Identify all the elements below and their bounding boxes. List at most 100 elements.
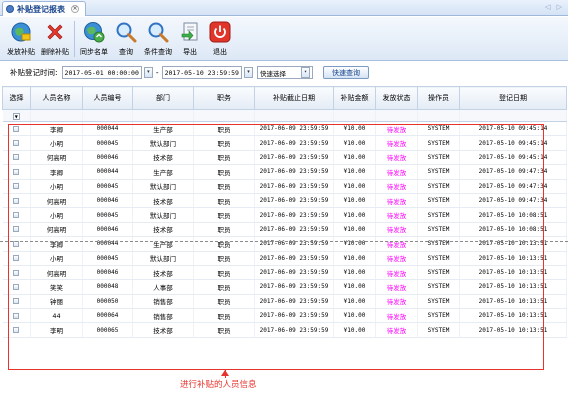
- row-checkbox[interactable]: [13, 140, 20, 147]
- filter-cell[interactable]: ▼: [2, 109, 31, 122]
- filter-dropdown-icon[interactable]: ▼: [12, 112, 20, 120]
- table-row[interactable]: 李卿 000044 生产部 职员 2017-06-09 23:59:59 ¥10.00 待发…: [2, 164, 567, 180]
- table-row[interactable]: 钟丽 000050 销售部 职员 2017-06-09 23:59:59 ¥10.00 待发…: [2, 294, 567, 310]
- table-row[interactable]: 何高明 000046 技术部 职员 2017-06-09 23:59:59 ¥10.00 待…: [2, 222, 567, 238]
- col-operator-header[interactable]: 操作员: [417, 86, 460, 110]
- row-select-cell[interactable]: [2, 265, 31, 281]
- table-row[interactable]: 44 000064 销售部 职员 2017-06-09 23:59:59 ¥10.00 待发…: [2, 308, 567, 324]
- filter-cell[interactable]: [417, 109, 460, 122]
- cell-regdate: 2017-05-10 10:08:51: [459, 207, 567, 223]
- quick-query-button[interactable]: 快速查询: [322, 66, 369, 79]
- table-row[interactable]: 笑笑 000048 人事部 职员 2017-06-09 23:59:59 ¥10.00 待发…: [2, 279, 567, 295]
- table-row[interactable]: 李卿 000044 生产部 职员 2017-06-09 23:59:59 ¥10.00 待发…: [2, 121, 567, 137]
- row-select-cell[interactable]: [2, 222, 31, 238]
- row-checkbox[interactable]: [13, 283, 20, 290]
- close-tab-icon[interactable]: ×: [71, 5, 79, 13]
- row-select-cell[interactable]: [2, 308, 31, 324]
- row-checkbox[interactable]: [13, 183, 20, 190]
- query-button[interactable]: 查询: [111, 20, 141, 57]
- table-row[interactable]: 何高明 000046 技术部 职员 2017-06-09 23:59:59 ¥10.00 待…: [2, 150, 567, 166]
- filter-cell[interactable]: [254, 109, 334, 122]
- col-name-header[interactable]: 人员名称: [30, 86, 83, 110]
- filter-cell[interactable]: [82, 109, 133, 122]
- col-status-header[interactable]: 发放状态: [375, 86, 418, 110]
- delete-subsidy-button[interactable]: 删除补贴: [38, 20, 72, 57]
- row-select-cell[interactable]: [2, 279, 31, 295]
- row-checkbox[interactable]: [13, 125, 20, 132]
- row-select-cell[interactable]: [2, 135, 31, 151]
- cell-id: 000046: [82, 222, 133, 238]
- cell-name: 小明: [30, 135, 83, 151]
- filter-cell[interactable]: [30, 109, 83, 122]
- row-checkbox[interactable]: [13, 226, 20, 233]
- row-select-cell[interactable]: [2, 150, 31, 166]
- start-date-calendar-icon[interactable]: ▾: [143, 67, 153, 78]
- row-checkbox[interactable]: [13, 154, 20, 161]
- row-select-cell[interactable]: [2, 251, 31, 266]
- quick-select-dropdown[interactable]: 快速选择 ▾: [256, 66, 313, 79]
- table-row[interactable]: 李明 000065 技术部 职员 2017-06-09 23:59:59 ¥10.00 待发…: [2, 322, 567, 338]
- export-button[interactable]: 导出: [175, 20, 205, 57]
- cell-dept: 默认部门: [132, 207, 194, 223]
- col-regdate-header[interactable]: 登记日期: [459, 86, 567, 110]
- tab-scroll-arrows[interactable]: ◁ ▷: [545, 3, 564, 11]
- row-select-cell[interactable]: [2, 179, 31, 194]
- table-row[interactable]: 小明 000045 默认部门 职员 2017-06-09 23:59:59 ¥10.00 待…: [2, 251, 567, 266]
- filter-cell[interactable]: [459, 109, 567, 122]
- col-id-header[interactable]: 人员编号: [82, 86, 133, 110]
- table-row[interactable]: 何高明 000046 技术部 职员 2017-06-09 23:59:59 ¥10.00 待…: [2, 265, 567, 281]
- tab-subsidy-report[interactable]: 补贴登记报表 ×: [2, 1, 86, 16]
- cell-amount: ¥10.00: [333, 294, 376, 310]
- row-select-cell[interactable]: [2, 207, 31, 223]
- row-select-cell[interactable]: [2, 164, 31, 180]
- cell-position: 职员: [193, 150, 255, 166]
- cell-id: 000064: [82, 308, 133, 324]
- filter-cell[interactable]: [375, 109, 418, 122]
- sync-list-button[interactable]: 同步名单: [77, 20, 111, 57]
- conditional-query-button[interactable]: 条件查询: [141, 20, 175, 57]
- table-row[interactable]: 李卿 000044 生产部 职员 2017-06-09 23:59:59 ¥10.00 待发…: [2, 236, 567, 252]
- row-checkbox[interactable]: [13, 327, 20, 334]
- row-select-cell[interactable]: [2, 294, 31, 310]
- row-checkbox[interactable]: [13, 197, 20, 204]
- end-date-calendar-icon[interactable]: ▾: [243, 67, 253, 78]
- col-position-header[interactable]: 职务: [193, 86, 255, 110]
- row-select-cell[interactable]: [2, 121, 31, 137]
- filter-cell[interactable]: [333, 109, 376, 122]
- cell-amount: ¥10.00: [333, 222, 376, 238]
- table-row[interactable]: 小明 000045 默认部门 职员 2017-06-09 23:59:59 ¥10.00 待…: [2, 179, 567, 194]
- end-date-value: 2017-05-10 23:59:59: [164, 68, 239, 77]
- end-date-input[interactable]: 2017-05-10 23:59:59: [161, 66, 242, 79]
- col-expiry-header[interactable]: 补贴截止日期: [254, 86, 334, 110]
- cell-regdate: 2017-05-10 09:45:14: [459, 135, 567, 151]
- row-checkbox[interactable]: [13, 312, 20, 319]
- row-checkbox[interactable]: [13, 255, 20, 262]
- row-select-cell[interactable]: [2, 236, 31, 252]
- cell-regdate: 2017-05-10 10:13:51: [459, 308, 567, 324]
- cell-regdate: 2017-05-10 09:45:14: [459, 150, 567, 166]
- row-select-cell[interactable]: [2, 322, 31, 338]
- col-dept-header[interactable]: 部门: [132, 86, 194, 110]
- cell-expiry: 2017-06-09 23:59:59: [254, 294, 334, 310]
- start-date-input[interactable]: 2017-05-01 00:00:00: [61, 66, 142, 79]
- cell-regdate: 2017-05-10 10:13:51: [459, 265, 567, 281]
- col-select-header[interactable]: 选择: [2, 86, 31, 110]
- cell-position: 职员: [193, 308, 255, 324]
- cell-position: 职员: [193, 164, 255, 180]
- row-checkbox[interactable]: [13, 298, 20, 305]
- col-amount-header[interactable]: 补贴金额: [333, 86, 376, 110]
- cell-dept: 技术部: [132, 150, 194, 166]
- filter-cell[interactable]: [132, 109, 194, 122]
- filter-cell[interactable]: [193, 109, 255, 122]
- row-checkbox[interactable]: [13, 269, 20, 276]
- issue-subsidy-button[interactable]: 发放补贴: [4, 20, 38, 57]
- row-checkbox[interactable]: [13, 212, 20, 219]
- table-row[interactable]: 小明 000045 默认部门 职员 2017-06-09 23:59:59 ¥10.00 待…: [2, 135, 567, 151]
- row-select-cell[interactable]: [2, 193, 31, 209]
- exit-button[interactable]: 退出: [205, 20, 235, 57]
- cell-amount: ¥10.00: [333, 193, 376, 209]
- table-row[interactable]: 何高明 000046 技术部 职员 2017-06-09 23:59:59 ¥10.00 待…: [2, 193, 567, 209]
- row-checkbox[interactable]: [13, 168, 20, 175]
- start-date-value: 2017-05-01 00:00:00: [64, 68, 139, 77]
- table-row[interactable]: 小明 000045 默认部门 职员 2017-06-09 23:59:59 ¥10.00 待…: [2, 207, 567, 223]
